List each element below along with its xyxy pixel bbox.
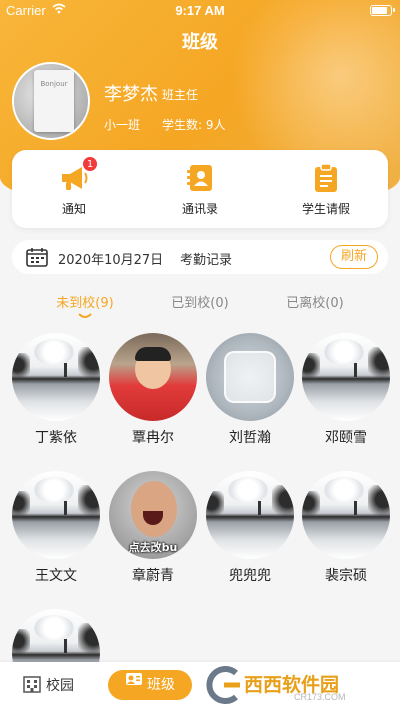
leave-shortcut[interactable]: 学生请假 [276, 162, 376, 217]
student-name: 邓颐雪 [325, 430, 367, 446]
avatar-caption: 点去改bu [128, 541, 178, 554]
school-building-icon [22, 674, 42, 698]
attendance-tabs: 未到校(9) 已到校(0) 已离校(0) [0, 290, 400, 320]
nav-item-class[interactable]: 班级 [108, 670, 192, 700]
student-avatar [302, 471, 390, 559]
nav-item-school[interactable]: 校园 [22, 674, 74, 698]
calendar-icon[interactable] [26, 247, 48, 271]
watermark-logo: 西西软件园 CR173.COM [202, 664, 380, 706]
student-card[interactable]: 丁紫依 [12, 333, 100, 447]
clipboard-icon [310, 162, 342, 194]
battery-icon [370, 5, 395, 16]
nav-class-label: 班级 [147, 677, 175, 693]
student-avatar: 点去改bu [109, 471, 197, 559]
leave-label: 学生请假 [301, 202, 350, 216]
notice-shortcut[interactable]: 1 通知 [24, 156, 124, 217]
watermark-subtext: CR173.COM [294, 692, 346, 702]
student-card[interactable]: 兜兜兜 [206, 471, 294, 585]
contacts-label: 通讯录 [181, 202, 218, 216]
tab-left[interactable]: 已离校(0) [260, 292, 370, 311]
student-card[interactable]: 点去改bu 章蔚青 [109, 471, 197, 585]
nav-school-label: 校园 [46, 678, 74, 694]
student-name: 裴宗硕 [325, 568, 367, 584]
avatar-card-text: Bonjour [34, 70, 74, 132]
student-avatar [302, 333, 390, 421]
megaphone-icon: 1 [58, 156, 98, 194]
student-card[interactable]: 王文文 [12, 471, 100, 585]
shortcut-panel: 1 通知 通讯录 学生请假 [12, 150, 388, 228]
student-name: 王文文 [35, 568, 77, 584]
student-card[interactable]: 覃冉尔 [109, 333, 197, 447]
student-card[interactable]: 刘哲瀚 [206, 333, 294, 447]
contacts-book-icon [184, 162, 216, 194]
student-count: 学生数: 9人 [162, 118, 226, 132]
teacher-name: 李梦杰 [104, 84, 158, 105]
student-name: 刘哲瀚 [229, 430, 271, 446]
contacts-shortcut[interactable]: 通讯录 [150, 162, 250, 217]
student-avatar [109, 333, 197, 421]
tab-not-arrived[interactable]: 未到校(9) [30, 292, 140, 311]
tab-arrived[interactable]: 已到校(0) [145, 292, 255, 311]
student-name: 覃冉尔 [132, 430, 174, 446]
notice-label: 通知 [61, 202, 86, 216]
status-bar: Carrier 9:17 AM [0, 0, 400, 22]
student-name: 丁紫依 [35, 430, 77, 446]
student-avatar [206, 333, 294, 421]
student-name: 章蔚青 [132, 568, 174, 584]
class-name: 小一班 [104, 118, 141, 132]
class-icon [125, 669, 143, 699]
student-avatar [206, 471, 294, 559]
student-card[interactable]: 裴宗硕 [302, 471, 390, 585]
student-card[interactable]: 邓颐雪 [302, 333, 390, 447]
teacher-role: 班主任 [162, 88, 199, 102]
teacher-avatar[interactable]: Bonjour [12, 62, 90, 140]
student-name: 兜兜兜 [229, 568, 271, 584]
notice-badge: 1 [82, 156, 98, 172]
attendance-date[interactable]: 2020年10月27日 [58, 249, 163, 268]
attendance-record-label: 考勤记录 [180, 253, 233, 268]
tab-active-indicator [78, 313, 92, 318]
attendance-date-bar: 2020年10月27日 考勤记录 刷新 [12, 240, 388, 274]
student-avatar [12, 471, 100, 559]
page-title: 班级 [182, 32, 218, 53]
clock-time: 9:17 AM [175, 3, 225, 18]
refresh-button[interactable]: 刷新 [330, 245, 378, 269]
student-avatar [12, 333, 100, 421]
